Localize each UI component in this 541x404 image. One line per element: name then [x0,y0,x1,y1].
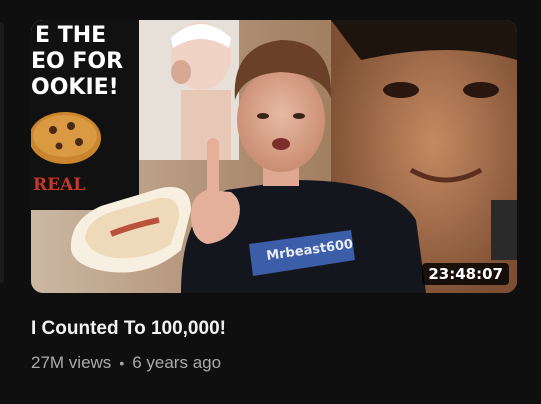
cookie-poster: E THE EO FOR OOKIE! REAL [31,20,139,210]
duration-badge: 23:48:07 [422,263,509,285]
grandma-photo [139,20,239,160]
video-thumbnail[interactable]: E THE EO FOR OOKIE! REAL Mrbeast600 23:4… [31,20,517,293]
video-title[interactable]: I Counted To 100,000! [31,317,517,341]
svg-text:E THE: E THE [35,23,106,48]
upload-age: 6 years ago [132,353,222,372]
svg-text:OOKIE!: OOKIE! [31,75,119,100]
view-count: 27M views [31,353,112,372]
thumbnail-image: E THE EO FOR OOKIE! REAL Mrbeast600 [31,20,517,293]
video-stats: 27M views • 6 years ago [31,353,517,373]
video-meta: I Counted To 100,000! 27M views • 6 year… [31,293,517,373]
separator-dot: • [119,355,125,371]
svg-text:EO FOR: EO FOR [31,49,123,74]
video-card[interactable]: E THE EO FOR OOKIE! REAL Mrbeast600 23:4… [31,20,517,380]
previous-card-edge [0,22,4,284]
svg-text:REAL: REAL [33,175,85,195]
